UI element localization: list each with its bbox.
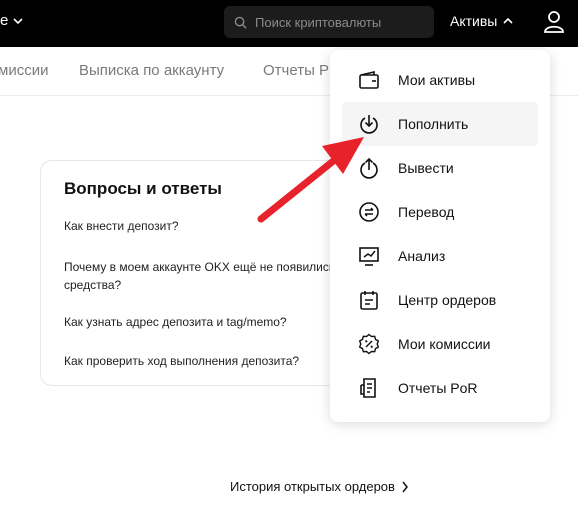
fee-badge-icon — [358, 333, 380, 355]
language-selector[interactable]: е — [0, 12, 24, 29]
language-label: е — [0, 12, 9, 29]
transfer-icon — [358, 201, 380, 223]
menu-item-label: Центр ордеров — [398, 292, 497, 308]
menu-item-label: Перевод — [398, 204, 455, 220]
search-box[interactable] — [224, 6, 434, 38]
faq-question[interactable]: Как узнать адрес депозита и tag/memo? — [64, 313, 364, 331]
chevron-up-icon — [503, 17, 513, 24]
faq-card: Вопросы и ответы Как внести депозит? Поч… — [40, 160, 372, 386]
menu-item-label: Анализ — [398, 248, 446, 264]
assets-label: Активы — [450, 13, 498, 29]
history-link-label: История открытых ордеров — [230, 479, 395, 494]
withdraw-icon — [358, 157, 380, 179]
faq-title: Вопросы и ответы — [64, 179, 222, 198]
menu-item-por-reports[interactable]: Отчеты PoR — [342, 366, 538, 410]
menu-item-label: Отчеты PoR — [398, 380, 478, 396]
wallet-icon — [358, 69, 380, 91]
menu-item-my-fees[interactable]: Мои комиссии — [342, 322, 538, 366]
assets-dropdown-menu: Мои активы Пополнить Вывести Перевод Ана… — [330, 50, 550, 422]
faq-question[interactable]: Почему в моем аккаунте OKX ещё не появил… — [64, 258, 364, 294]
order-center-icon — [358, 289, 380, 311]
chevron-right-icon — [402, 481, 408, 492]
faq-question[interactable]: Как проверить ход выполнения депозита? — [64, 352, 364, 370]
deposit-icon — [358, 113, 380, 135]
menu-item-label: Вывести — [398, 160, 454, 176]
menu-item-order-center[interactable]: Центр ордеров — [342, 278, 538, 322]
search-input[interactable] — [253, 13, 427, 31]
search-icon — [234, 16, 247, 29]
analysis-icon — [358, 245, 380, 267]
menu-item-my-assets[interactable]: Мои активы — [342, 58, 538, 102]
assets-menu-button[interactable]: Активы — [450, 13, 514, 29]
menu-item-withdraw[interactable]: Вывести — [342, 146, 538, 190]
top-bar: е Активы — [0, 0, 578, 47]
chevron-down-icon — [13, 17, 23, 24]
faq-question[interactable]: Как внести депозит? — [64, 217, 364, 235]
tab-fees[interactable]: миссии — [0, 62, 48, 79]
tab-account-statement[interactable]: Выписка по аккаунту — [79, 62, 224, 79]
open-orders-history-link[interactable]: История открытых ордеров — [230, 479, 409, 494]
tab-reports[interactable]: Отчеты Р — [263, 62, 329, 79]
menu-item-deposit[interactable]: Пополнить — [342, 102, 538, 146]
user-icon — [544, 11, 564, 33]
menu-item-label: Пополнить — [398, 116, 469, 132]
menu-item-transfer[interactable]: Перевод — [342, 190, 538, 234]
menu-item-label: Мои комиссии — [398, 336, 491, 352]
user-profile-button[interactable] — [543, 10, 565, 39]
menu-item-label: Мои активы — [398, 72, 476, 88]
menu-item-analysis[interactable]: Анализ — [342, 234, 538, 278]
report-icon — [358, 377, 380, 399]
